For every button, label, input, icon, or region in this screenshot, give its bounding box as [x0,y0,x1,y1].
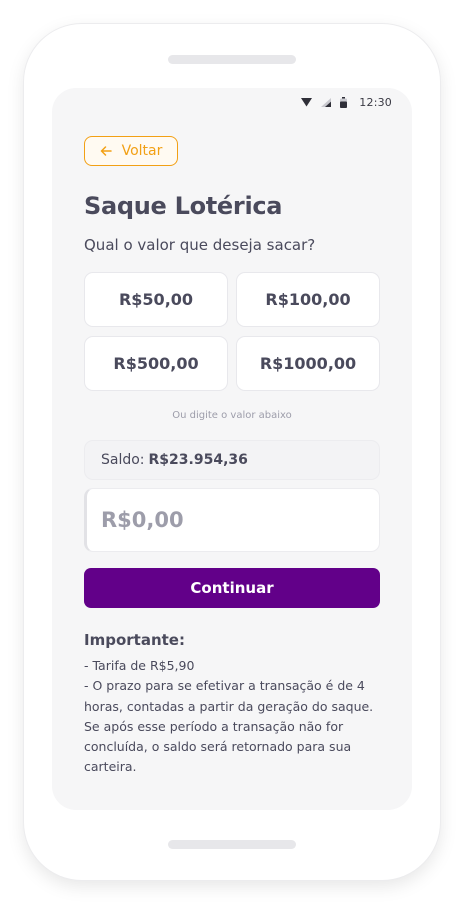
balance-label: Saldo: [101,452,145,468]
phone-speaker [168,55,296,64]
important-line: - Tarifa de R$5,90 [84,658,195,673]
balance-value: R$23.954,36 [148,452,248,468]
wifi-icon [301,97,313,107]
app-screen: 12:30 Voltar Saque Lotérica Qual o valor… [52,88,412,810]
important-line: horas, contadas a partir da geração do s… [84,698,374,714]
amount-options: R$50,00 R$100,00 R$500,00 R$1000,00 [84,272,380,391]
page-title: Saque Lotérica [84,192,283,220]
home-indicator [168,840,296,849]
signal-icon [321,97,332,107]
important-line: - O prazo para se efetivar a transação é… [84,678,365,694]
continue-button[interactable]: Continuar [84,568,380,608]
balance-display: Saldo: R$23.954,36 [84,440,380,480]
important-line: Se após esse período a transação não for [84,718,344,734]
arrow-left-icon [100,146,112,156]
amount-input[interactable] [84,488,380,552]
phone-frame: 12:30 Voltar Saque Lotérica Qual o valor… [24,24,440,880]
amount-option-100[interactable]: R$100,00 [236,272,380,327]
page-subtitle: Qual o valor que deseja sacar? [84,236,316,254]
important-line: carteira. [84,759,137,775]
important-notes: - Tarifa de R$5,90 - O prazo para se efe… [84,656,380,778]
amount-option-1000[interactable]: R$1000,00 [236,336,380,391]
status-bar: 12:30 [301,95,392,109]
important-heading: Importante: [84,631,185,649]
back-button-label: Voltar [121,143,163,159]
amount-option-500[interactable]: R$500,00 [84,336,228,391]
amount-hint: Ou digite o valor abaixo [172,410,292,421]
battery-icon [340,96,348,108]
status-time: 12:30 [359,95,392,109]
back-button[interactable]: Voltar [84,136,178,166]
amount-option-50[interactable]: R$50,00 [84,272,228,327]
important-line: concluída, o saldo será retornado para s… [84,739,352,755]
